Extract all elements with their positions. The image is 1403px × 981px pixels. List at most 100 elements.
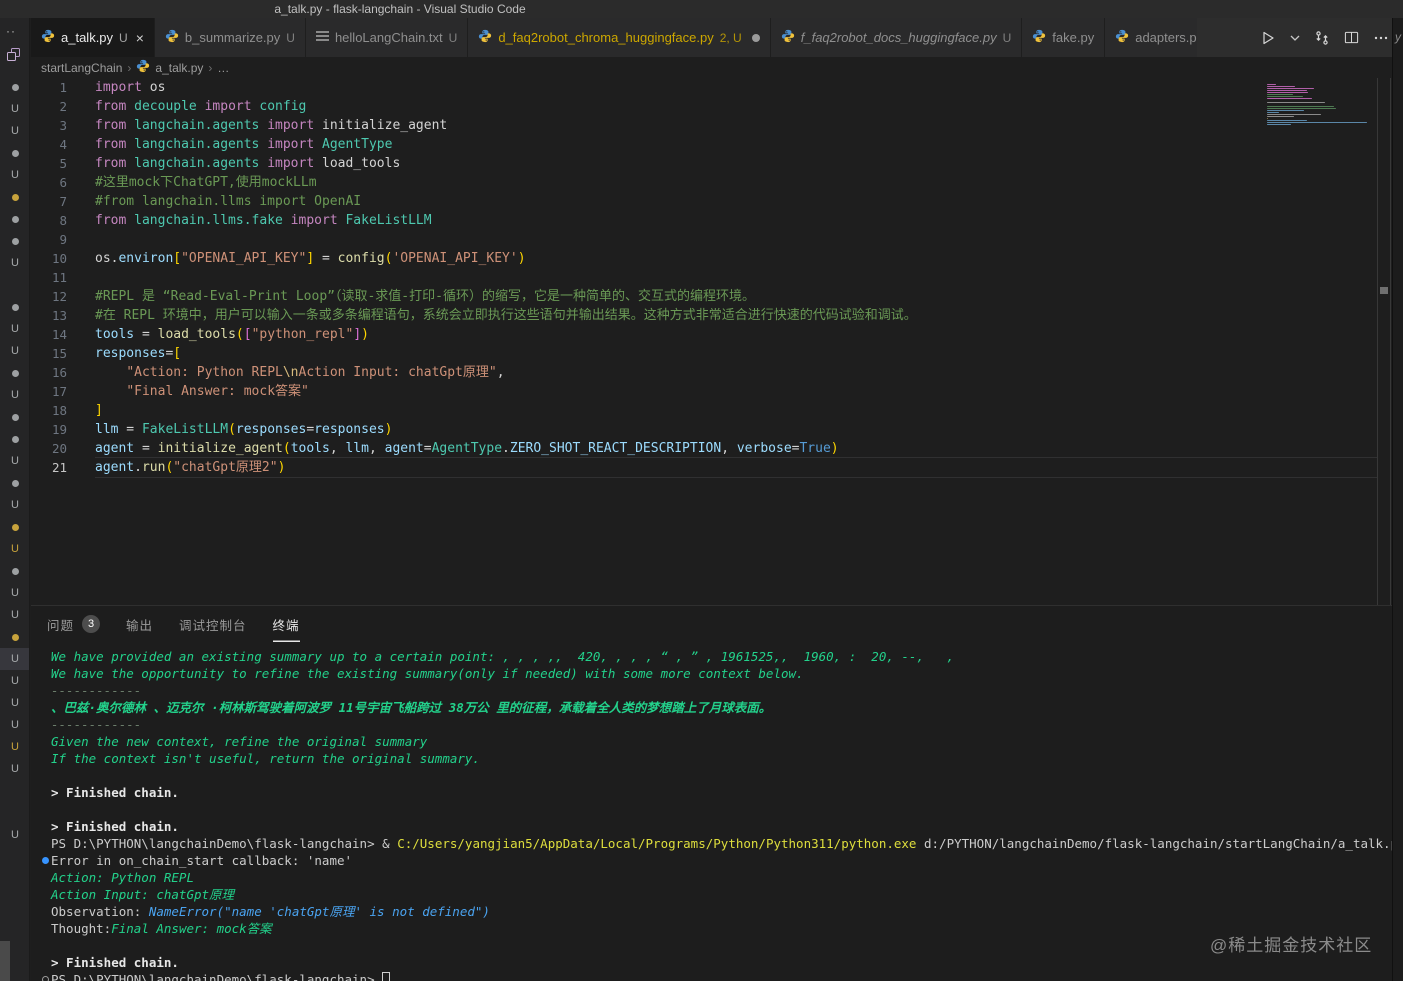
- sidebar-file-badge[interactable]: U: [0, 318, 29, 340]
- sidebar-file-badge[interactable]: U: [0, 758, 29, 780]
- code-line[interactable]: 9: [31, 230, 1377, 249]
- code-text: ]: [95, 403, 103, 418]
- tab-adapters.p[interactable]: adapters.p: [1105, 18, 1198, 57]
- panel-tab-调试控制台[interactable]: 调试控制台: [179, 606, 247, 642]
- terminal-decoration-dot: [42, 857, 49, 864]
- sidebar-file-badge[interactable]: U: [0, 582, 29, 604]
- code-line[interactable]: 13 #在 REPL 环境中，用户可以输入一条或多条编程语句，系统会立即执行这些语…: [31, 306, 1377, 325]
- sidebar-file-badge[interactable]: [0, 516, 29, 538]
- editor-tab-bar: a_talk.py U × b_summarize.py UhelloLangChain…: [31, 18, 1403, 57]
- tab-d_faq2robot_chroma_huggingface.py[interactable]: d_faq2robot_chroma_huggingface.py 2, U: [468, 18, 771, 57]
- code-line[interactable]: 20 agent = initialize_agent(tools, llm, a…: [31, 439, 1377, 458]
- breadcrumb-item-folder[interactable]: startLangChain: [41, 61, 122, 75]
- editor-scrollbar[interactable]: [1377, 78, 1391, 605]
- terminal-cursor[interactable]: [382, 972, 391, 981]
- scrollbar-thumb[interactable]: [1380, 287, 1388, 294]
- sidebar-file-badge[interactable]: U: [0, 604, 29, 626]
- minimap-line: [1267, 123, 1292, 126]
- sidebar-file-badge[interactable]: [0, 186, 29, 208]
- code-line[interactable]: 10 os.environ["OPENAI_API_KEY"] = config(…: [31, 249, 1377, 268]
- code-line[interactable]: 8 from langchain.llms.fake import FakeLis…: [31, 211, 1377, 230]
- sidebar-file-badge[interactable]: U: [0, 450, 29, 472]
- code-line[interactable]: 2 from decouple import config: [31, 97, 1377, 116]
- sidebar-file-badge[interactable]: [0, 428, 29, 450]
- run-button[interactable]: [1260, 30, 1276, 46]
- sidebar-file-badge[interactable]: U: [0, 670, 29, 692]
- sidebar-file-badge[interactable]: [0, 362, 29, 384]
- code-editor[interactable]: 1 import os 2 from decouple import config 3 f…: [31, 78, 1377, 605]
- close-icon[interactable]: ×: [136, 30, 144, 46]
- sidebar-file-badge[interactable]: [0, 142, 29, 164]
- code-line[interactable]: 4 from langchain.agents import AgentType: [31, 135, 1377, 154]
- sidebar-file-badge[interactable]: [0, 626, 29, 648]
- tab-f_faq2robot_docs_huggingface.py[interactable]: f_faq2robot_docs_huggingface.py U: [770, 18, 1023, 57]
- tab-fake.py[interactable]: fake.py: [1022, 18, 1106, 57]
- open-editors-icon[interactable]: [7, 48, 29, 66]
- code-line[interactable]: 6 #这里mock下ChatGPT,使用mockLLm: [31, 173, 1377, 192]
- sidebar-file-badge[interactable]: U: [0, 340, 29, 362]
- panel-tab-问题[interactable]: 问题 3: [47, 606, 101, 642]
- terminal-line: Action Input: chatGpt原理: [51, 887, 235, 902]
- sidebar-file-badge[interactable]: U: [0, 384, 29, 406]
- tab-a_talk.py[interactable]: a_talk.py U ×: [31, 18, 155, 57]
- split-editor-button[interactable]: [1344, 30, 1359, 45]
- minimap-line: [1267, 117, 1269, 120]
- tab-helloLangChain.txt[interactable]: helloLangChain.txt U: [305, 18, 469, 57]
- code-line[interactable]: 7 #from langchain.llms import OpenAI: [31, 192, 1377, 211]
- sidebar-file-badge[interactable]: [0, 560, 29, 582]
- code-line[interactable]: 5 from langchain.agents import load_tools: [31, 154, 1377, 173]
- line-number: 15: [51, 346, 67, 361]
- modified-dot-icon: [11, 149, 19, 157]
- code-line[interactable]: 15 responses=[: [31, 344, 1377, 363]
- code-line[interactable]: 3 from langchain.agents import initialize…: [31, 116, 1377, 135]
- sidebar-file-badge[interactable]: U: [0, 824, 29, 846]
- sidebar-file-badge[interactable]: U: [0, 538, 29, 560]
- sync-button[interactable]: [1314, 30, 1330, 46]
- sidebar-file-badge[interactable]: [0, 406, 29, 428]
- code-line[interactable]: 12 #REPL 是 “Read-Eval-Print Loop”（读取-求值-打…: [31, 287, 1377, 306]
- sidebar-file-badge[interactable]: [0, 208, 29, 230]
- sidebar-file-badge[interactable]: U: [0, 98, 29, 120]
- sidebar-more-icon[interactable]: ··: [0, 18, 29, 40]
- run-dropdown[interactable]: [1290, 33, 1300, 43]
- breadcrumb-item-file[interactable]: a_talk.py: [155, 61, 203, 75]
- tab-label: a_talk.py: [61, 30, 114, 45]
- sidebar-file-badge[interactable]: [0, 76, 29, 98]
- code-line[interactable]: 14 tools = load_tools(["python_repl"]): [31, 325, 1377, 344]
- dirty-dot-icon[interactable]: [751, 33, 760, 42]
- more-actions-button[interactable]: [1373, 30, 1389, 46]
- sidebar-file-badge[interactable]: U: [0, 252, 29, 274]
- tab-git-badge: U: [1002, 30, 1012, 45]
- code-line[interactable]: 18]: [31, 401, 1377, 420]
- minimap[interactable]: [1267, 84, 1369, 126]
- code-text: from langchain.llms.fake import FakeList…: [95, 213, 432, 228]
- sidebar-file-badge[interactable]: U: [0, 494, 29, 516]
- sidebar-file-badge[interactable]: [0, 230, 29, 252]
- sidebar-file-badge[interactable]: [0, 472, 29, 494]
- stray-letter: y: [1395, 30, 1401, 44]
- sidebar-file-badge[interactable]: U: [0, 714, 29, 736]
- terminal[interactable]: We have provided an existing summary up …: [31, 642, 1392, 981]
- sidebar-file-badge[interactable]: U: [0, 648, 29, 670]
- breadcrumb-item-symbol[interactable]: …: [217, 61, 229, 75]
- sidebar-file-badge[interactable]: U: [0, 164, 29, 186]
- sidebar-file-badge[interactable]: U: [0, 736, 29, 758]
- panel-tab-终端[interactable]: 终端: [273, 606, 300, 642]
- untracked-badge: U: [11, 653, 19, 665]
- sidebar-scrollbar-thumb[interactable]: [0, 941, 10, 981]
- explorer-sidebar-collapsed[interactable]: ·· UUUUUUUUUUUUUUUUUUU: [0, 18, 30, 981]
- code-line[interactable]: 1 import os: [31, 78, 1377, 97]
- code-line[interactable]: 11: [31, 268, 1377, 287]
- sidebar-file-badge[interactable]: U: [0, 120, 29, 142]
- code-line[interactable]: 19 llm = FakeListLLM(responses=responses): [31, 420, 1377, 439]
- sidebar-file-badge[interactable]: [0, 296, 29, 318]
- code-line[interactable]: 17 "Final Answer: mock答案": [31, 382, 1377, 401]
- sidebar-file-badge[interactable]: U: [0, 692, 29, 714]
- code-line[interactable]: 21 agent.run("chatGpt原理2"): [31, 458, 1377, 477]
- panel-tab-输出[interactable]: 输出: [126, 606, 153, 642]
- panel-tab-bar: 问题 3 输出 调试控制台 终端: [31, 606, 1392, 642]
- tab-b_summarize.py[interactable]: b_summarize.py U: [154, 18, 306, 57]
- code-line[interactable]: 16 "Action: Python REPL\nAction Input: c…: [31, 363, 1377, 382]
